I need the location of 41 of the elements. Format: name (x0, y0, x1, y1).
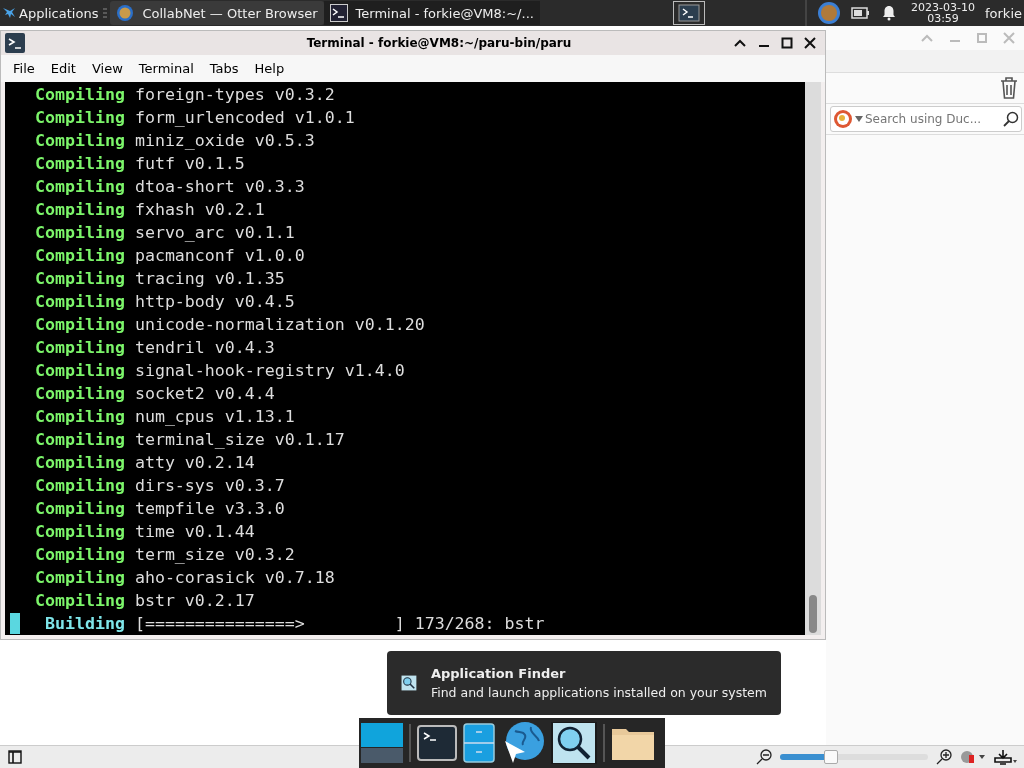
terminal-line: Compiling terminal_size v0.1.17 (34, 429, 346, 451)
applications-menu[interactable]: Applications (0, 5, 101, 21)
terminal-line: Compiling tracing v0.1.35 (34, 268, 286, 290)
notification-title: Application Finder (430, 666, 567, 681)
menu-item[interactable]: Terminal (130, 60, 202, 76)
terminal-line: Compiling bstr v0.2.17 (34, 590, 256, 612)
taskbar-item[interactable]: Terminal - forkie@VM8:~/... (323, 1, 540, 25)
terminal-line: Compiling socket2 v0.4.4 (34, 383, 276, 405)
terminal-line: Compiling pacmanconf v1.0.0 (34, 245, 306, 267)
terminal-line: Compiling tendril v0.4.3 (34, 337, 276, 359)
window-title: Terminal - forkie@VM8:~/paru-bin/paru (305, 35, 573, 50)
clock[interactable]: 2023-03-10 03:59 (911, 2, 975, 24)
terminal-line: Compiling unicode-normalization v0.1.20 (34, 314, 426, 336)
menu-item[interactable]: File (5, 60, 43, 76)
terminal-line: Compiling term_size v0.3.2 (34, 544, 296, 566)
notification[interactable]: Application Finder Find and launch applications installed on your system (387, 651, 781, 715)
terminal-line: Compiling time v0.1.44 (34, 521, 256, 543)
user-name[interactable]: forkie (985, 5, 1024, 21)
notification-body: Find and launch applications installed on your system (430, 685, 767, 700)
terminal-line: Compiling dirs-sys v0.3.7 (34, 475, 286, 497)
menu-item[interactable]: View (83, 60, 131, 76)
terminal-line: Compiling atty v0.2.14 (34, 452, 256, 474)
search-input[interactable]: Search using Duc... (865, 112, 1001, 126)
terminal-line: Compiling dtoa-short v0.3.3 (34, 176, 306, 198)
terminal-line: Compiling fxhash v0.2.1 (34, 199, 266, 221)
menu-item[interactable]: Tabs (201, 60, 247, 76)
menu-item[interactable]: Edit (42, 60, 84, 76)
search-bar[interactable]: Search using Duc... (830, 106, 1022, 132)
terminal-line: Compiling http-body v0.4.5 (34, 291, 296, 313)
terminal-line: Building [===============> ] 173/268: bstr (45, 613, 545, 635)
terminal-line: Compiling foreign-types v0.3.2 (34, 84, 336, 106)
terminal-line: Compiling servo_arc v0.1.1 (34, 222, 296, 244)
terminal-line: Compiling form_urlencoded v1.0.1 (34, 107, 356, 129)
menu-item[interactable]: Help (246, 60, 293, 76)
terminal-line: Compiling signal-hook-registry v1.4.0 (34, 360, 406, 382)
terminal-line: Compiling num_cpus v1.13.1 (34, 406, 296, 428)
taskbar-item[interactable]: CollabNet — Otter Browser (110, 1, 324, 25)
terminal-line: Compiling futf v0.1.5 (34, 153, 246, 175)
terminal-line: Compiling miniz_oxide v0.5.3 (34, 130, 316, 152)
terminal-line: Compiling tempfile v3.3.0 (34, 498, 286, 520)
terminal-line: Compiling aho-corasick v0.7.18 (34, 567, 336, 589)
